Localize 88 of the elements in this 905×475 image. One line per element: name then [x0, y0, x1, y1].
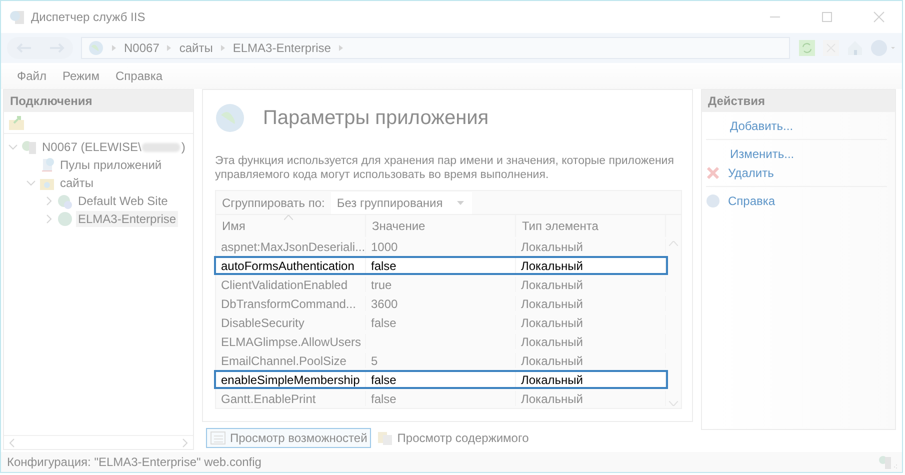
table-cell: Локальный — [516, 277, 666, 292]
status-text: Конфигурация: "ELMA3-Enterprise" web.config — [7, 455, 262, 469]
close-icon — [873, 11, 885, 23]
column-header[interactable]: Значение — [366, 215, 516, 237]
menu-item[interactable]: Файл — [9, 69, 55, 83]
feature-description: Эта функция используется для хранения пар имени и значения, которые приложения управляемого кода могут использовать во время выполнения. — [215, 154, 675, 182]
table-cell: EmailChannel.PoolSize — [216, 353, 366, 368]
breadcrumb[interactable]: N0067 — [124, 41, 160, 55]
action-link[interactable]: Удалить — [728, 166, 774, 180]
table-row[interactable]: aspnet:MaxJsonDeseriali... 1000 Локальный — [214, 237, 668, 256]
table-cell: DisableSecurity — [216, 315, 366, 330]
table-cell: 5 — [366, 353, 516, 368]
column-header[interactable]: Имя — [216, 215, 366, 237]
breadcrumb[interactable]: ELMA3-Enterprise — [232, 41, 331, 55]
table-row[interactable]: ELMAGlimpse.AllowUsers Локальный — [214, 332, 668, 351]
tree-item[interactable]: N0067 (ELEWISE\ ) — [40, 139, 188, 155]
action-link[interactable]: Справка — [728, 194, 776, 208]
table-cell: false — [366, 315, 516, 330]
table-cell: enableSimpleMembership — [216, 372, 366, 387]
menu-item[interactable]: Справка — [108, 69, 171, 83]
table-cell: Локальный — [516, 296, 666, 311]
globe-icon — [88, 40, 104, 56]
column-header[interactable]: Тип элемента — [516, 215, 666, 237]
panel-title: Действия — [702, 90, 895, 112]
action-link[interactable]: Добавить... — [730, 118, 794, 132]
table-cell: DbTransformCommand... — [216, 296, 366, 311]
refresh-icon[interactable] — [798, 39, 816, 57]
horizontal-scrollbar[interactable] — [4, 435, 193, 449]
list-icon — [210, 430, 226, 446]
breadcrumb[interactable]: сайты — [179, 41, 213, 55]
collapse-icon[interactable] — [8, 142, 18, 152]
maximize-icon — [821, 11, 833, 23]
table-cell: autoFormsAuthentication — [216, 258, 366, 273]
tree-item[interactable]: ELMA3-Enterprise — [76, 211, 178, 227]
dropdown-arrow-icon — [456, 200, 464, 204]
scroll-right-icon[interactable] — [181, 438, 189, 448]
delete-icon — [706, 166, 720, 180]
table-cell: Локальный — [516, 315, 666, 330]
table-cell: Gantt.EnablePrint — [216, 391, 366, 406]
expand-icon[interactable] — [44, 214, 54, 224]
globe-icon — [57, 193, 73, 209]
table-cell: Локальный — [516, 372, 666, 387]
action-link[interactable]: Изменить... — [730, 146, 794, 160]
table-cell: false — [366, 372, 516, 387]
window-title: Диспетчер служб IIS — [31, 10, 146, 24]
scroll-down-icon[interactable] — [669, 401, 678, 406]
table-row[interactable]: EmailChannel.PoolSize 5 Локальный — [214, 351, 668, 370]
group-by-label: Сгруппировать по: — [222, 196, 325, 210]
folder-arrow-icon[interactable] — [8, 114, 26, 130]
tree-item[interactable]: Default Web Site — [76, 193, 170, 209]
feature-title: Параметры приложения — [263, 106, 489, 130]
table-cell: 1000 — [366, 239, 516, 254]
globe-icon — [215, 103, 245, 133]
group-by-dropdown[interactable]: Без группирования — [330, 192, 472, 214]
expand-icon[interactable] — [44, 196, 54, 206]
documents-icon — [377, 430, 394, 446]
table-cell: true — [366, 277, 516, 292]
table-row[interactable]: Gantt.EnablePrint false Локальный — [214, 389, 668, 408]
tree-item[interactable]: сайты — [58, 175, 96, 191]
globe-icon — [57, 211, 73, 227]
table-cell: ELMAGlimpse.AllowUsers — [216, 334, 366, 349]
table-cell: ClientValidationEnabled — [216, 277, 366, 292]
app-icon — [9, 9, 25, 25]
table-cell: aspnet:MaxJsonDeseriali... — [216, 239, 366, 254]
panel-title: Подключения — [4, 90, 193, 112]
menu-item[interactable]: Режим — [54, 69, 108, 83]
table-row[interactable]: ClientValidationEnabled true Локальный — [214, 275, 668, 294]
home-icon[interactable] — [846, 39, 864, 57]
table-cell: Локальный — [516, 353, 666, 368]
table-cell: Локальный — [516, 239, 666, 254]
address-bar[interactable]: N0067 сайты ELMA3-Enterprise — [81, 37, 790, 59]
table-cell: Локальный — [516, 258, 666, 273]
scroll-up-icon[interactable] — [669, 241, 678, 246]
table-row[interactable]: DisableSecurity false Локальный — [214, 313, 668, 332]
table-cell: Локальный — [516, 391, 666, 406]
table-row[interactable]: DbTransformCommand... 3600 Локальный — [214, 294, 668, 313]
scroll-left-icon[interactable] — [8, 438, 16, 448]
table-row[interactable]: enableSimpleMembership false Локальный — [214, 370, 668, 389]
server-icon — [21, 139, 37, 155]
table-cell: Локальный — [516, 334, 666, 349]
table-cell: false — [366, 391, 516, 406]
table-cell: false — [366, 258, 516, 273]
table-cell: 3600 — [366, 296, 516, 311]
table-row[interactable]: autoFormsAuthentication false Локальный — [214, 256, 668, 275]
tree-item[interactable]: Пулы приложений — [58, 157, 164, 173]
view-tab[interactable]: Просмотр содержимого — [373, 428, 533, 448]
collapse-icon[interactable] — [26, 178, 36, 188]
view-tab[interactable]: Просмотр возможностей — [206, 428, 372, 448]
